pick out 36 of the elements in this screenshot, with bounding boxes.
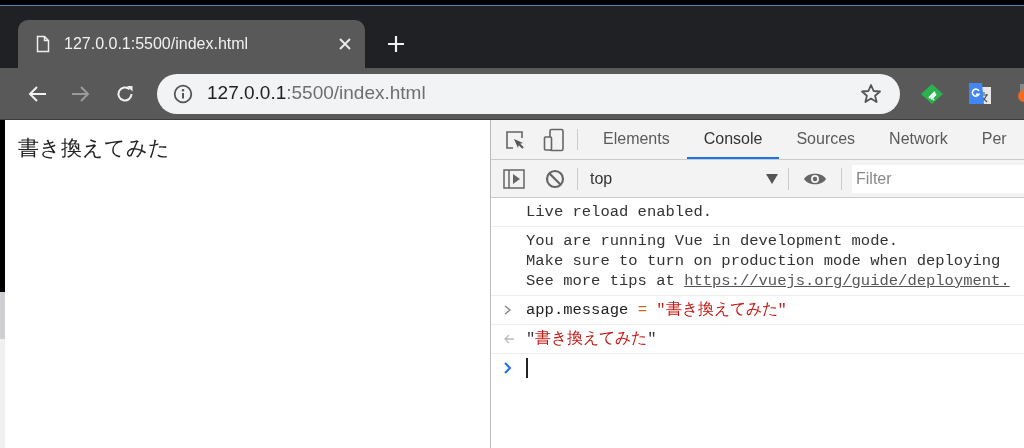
text-cursor <box>526 358 528 378</box>
forward-arrow-icon <box>71 84 91 103</box>
devtools-tab[interactable]: Per <box>964 120 1024 159</box>
clear-console-icon[interactable] <box>545 168 565 189</box>
url-text: 127.0.0.1:5500/index.html <box>207 81 427 106</box>
console-message-text: You are running Vue in development mode. Make sure to turn on production mode when deploying <box>526 231 1002 271</box>
browser-tab[interactable]: 127.0.0.1:5500/index.html <box>18 20 365 68</box>
translate-icon[interactable] <box>968 81 992 106</box>
address-bar[interactable]: 127.0.0.1:5500/index.html <box>157 73 900 114</box>
extension-icon[interactable] <box>920 82 944 105</box>
devtools-tab[interactable]: Sources <box>779 120 873 159</box>
console-result-text: "書き換えてみた" <box>526 329 657 349</box>
chevron-icon <box>504 305 512 315</box>
prompt-icon <box>504 362 512 374</box>
document-icon <box>36 35 50 53</box>
back-arrow-icon[interactable] <box>27 84 47 103</box>
sidebar-toggle-icon[interactable] <box>503 168 525 189</box>
tab-title: 127.0.0.1:5500/index.html <box>64 34 250 54</box>
context-dropdown[interactable]: top <box>578 160 788 197</box>
result-arrow-icon <box>504 334 514 344</box>
inspect-icon[interactable] <box>505 129 525 150</box>
console-text: See more tips at <box>526 271 676 291</box>
close-icon[interactable] <box>339 38 351 50</box>
filter-field[interactable]: Filter <box>852 164 1024 193</box>
caret-icon <box>766 173 778 184</box>
console-link[interactable]: https://vuejs.org/guide/deployment. <box>684 271 1010 291</box>
reload-icon[interactable] <box>115 83 135 104</box>
page-heading: 書き換えてみた <box>18 135 171 161</box>
plus-icon[interactable] <box>388 36 404 52</box>
star-icon[interactable] <box>860 82 882 105</box>
devtools-tab[interactable]: Network <box>872 120 965 159</box>
device-icon[interactable] <box>543 127 565 152</box>
console-message-text: Live reload enabled. <box>526 202 713 222</box>
devtools-tab[interactable]: Elements <box>586 120 687 159</box>
info-icon <box>173 83 193 104</box>
console-input-text: app.message = "書き換えてみた" <box>526 300 787 320</box>
